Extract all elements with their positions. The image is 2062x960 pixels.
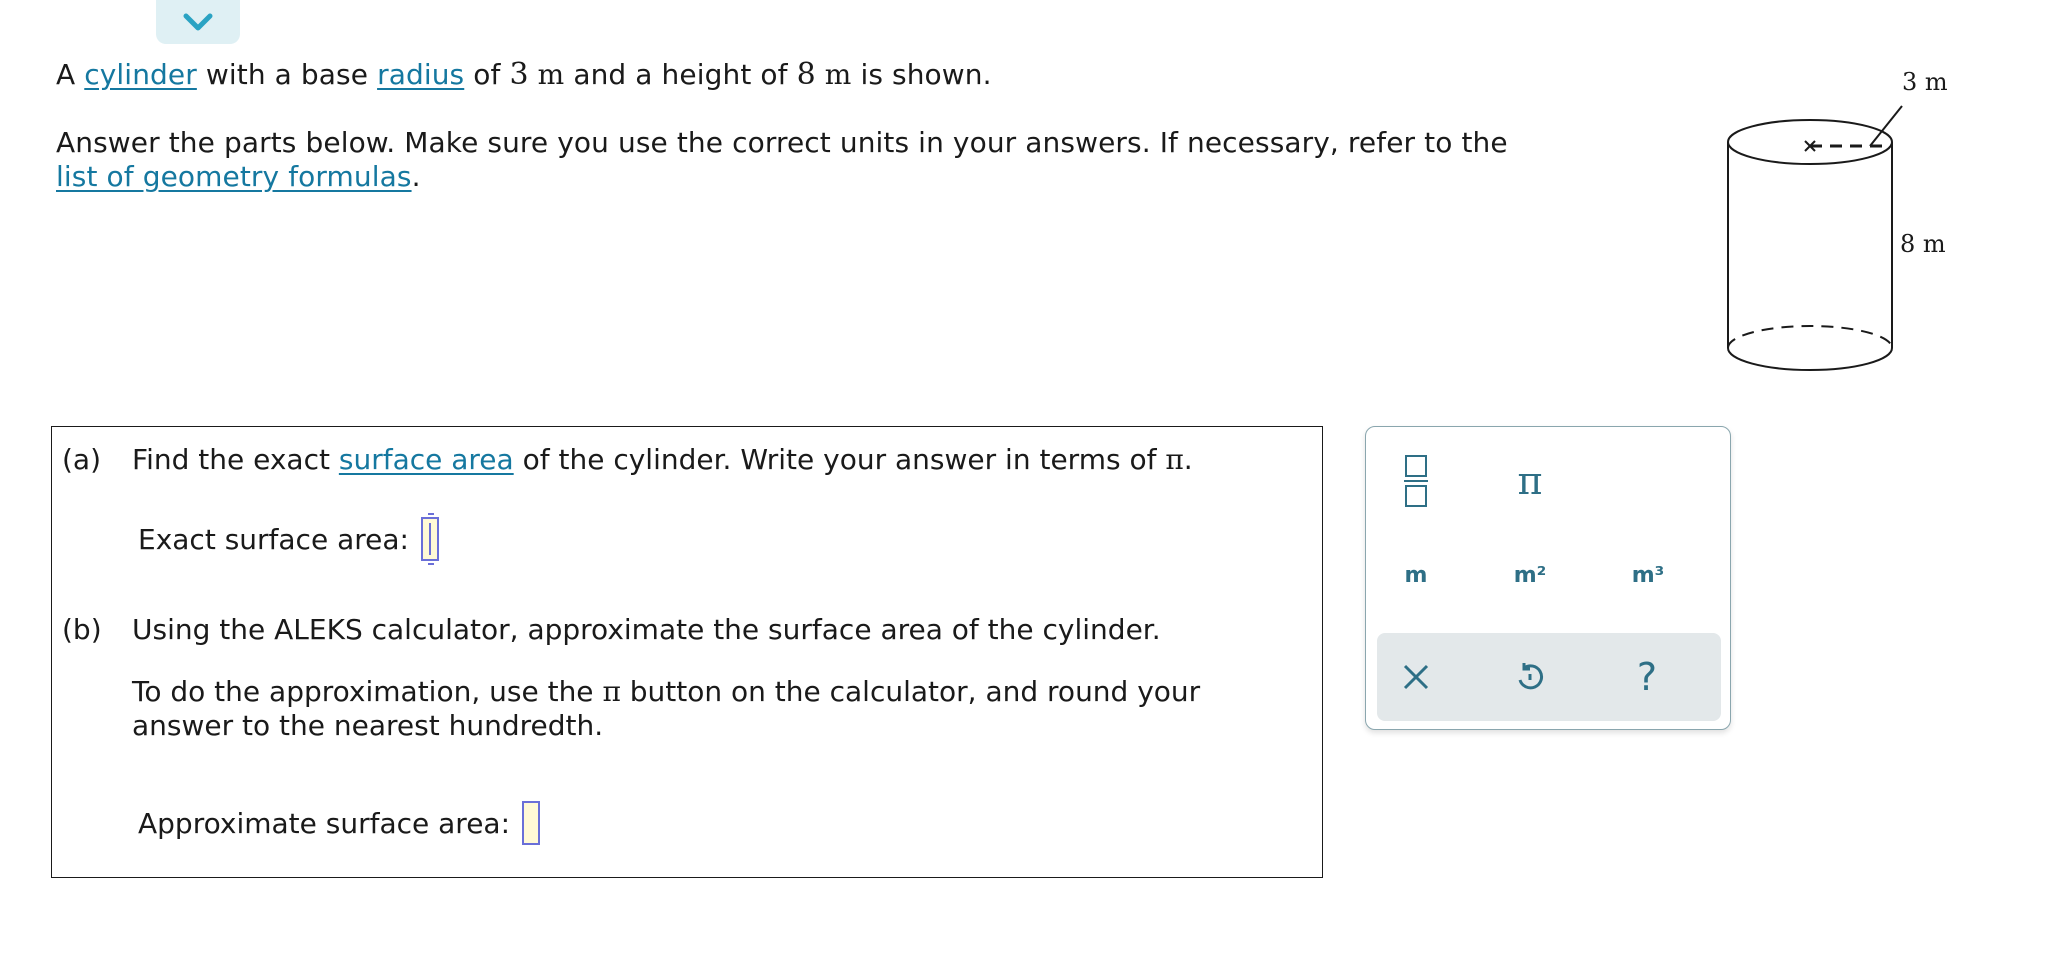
radius-link[interactable]: radius — [377, 58, 464, 91]
instructions-text: . — [411, 160, 421, 193]
radius-label: 3 m — [1902, 68, 1948, 96]
undo-icon — [1518, 663, 1544, 690]
instructions-sentence: Answer the parts below. Make sure you us… — [56, 126, 1508, 194]
fraction-icon — [1404, 455, 1428, 507]
cylinder-link[interactable]: cylinder — [84, 58, 197, 91]
intro-text: of — [464, 58, 510, 91]
part-a-prompt: (a) Find the exact surface area of the c… — [62, 443, 1193, 476]
unit-m2-button[interactable]: m² — [1490, 547, 1570, 603]
fraction-button[interactable] — [1376, 453, 1456, 509]
pi-button[interactable]: π — [1490, 453, 1570, 509]
approximate-surface-area-input[interactable] — [522, 801, 541, 845]
part-b-instructions-pre: To do the approximation, use the — [132, 675, 603, 708]
height-label: 8 m — [1900, 230, 1946, 258]
cylinder-figure: 3 m 8 m — [1720, 62, 1980, 382]
text-cursor — [428, 523, 431, 555]
radius-unit: m — [537, 58, 565, 91]
intro-text: A — [56, 58, 85, 91]
approximate-surface-area-label: Approximate surface area: — [138, 806, 511, 840]
calculator-panel: π m m² m³ ? — [1365, 426, 1731, 730]
intro-text: with a base — [196, 58, 378, 91]
part-b-answer-row: Approximate surface area: — [138, 801, 541, 845]
clear-button[interactable] — [1376, 649, 1456, 705]
part-a-text-pre: Find the exact — [132, 443, 339, 476]
part-a-text: Find the exact surface area of the cylin… — [132, 443, 1193, 476]
calculator-actions: ? — [1377, 633, 1721, 721]
intro-text: and a height of — [564, 58, 797, 91]
pi-symbol: π — [602, 675, 621, 708]
instructions-text: Answer the parts below. Make sure you us… — [56, 126, 1508, 159]
height-unit: m — [824, 58, 852, 91]
exact-surface-area-label: Exact surface area: — [138, 522, 409, 556]
part-b-prompt: (b) Using the ALEKS calculator, approxim… — [62, 613, 1161, 646]
unit-m3-button[interactable]: m³ — [1608, 547, 1688, 603]
problem-page: A cylinder with a base radius of 3 m and… — [0, 0, 2062, 960]
part-b-text: Using the ALEKS calculator, approximate … — [132, 613, 1161, 646]
part-b-instructions: To do the approximation, use the π butto… — [132, 675, 1232, 743]
surface-area-link[interactable]: surface area — [339, 443, 514, 476]
intro-text: is shown. — [851, 58, 992, 91]
part-a-text-post: of the cylinder. Write your answer in te… — [513, 443, 1166, 476]
unit-m-button[interactable]: m — [1376, 547, 1456, 603]
geometry-formulas-link[interactable]: list of geometry formulas — [56, 160, 412, 193]
intro-sentence: A cylinder with a base radius of 3 m and… — [56, 58, 1508, 92]
exact-surface-area-input[interactable] — [420, 513, 439, 565]
chevron-down-icon — [183, 13, 213, 31]
radius-value: 3 — [509, 57, 529, 92]
cylinder-diagram — [1727, 105, 1903, 371]
height-value: 8 — [796, 57, 816, 92]
part-a-answer-row: Exact surface area: — [138, 513, 439, 565]
collapse-toggle-button[interactable] — [156, 0, 240, 44]
pi-symbol: π — [1165, 443, 1184, 476]
close-icon — [1403, 664, 1429, 690]
question-box: (a) Find the exact surface area of the c… — [51, 426, 1323, 878]
problem-statement: A cylinder with a base radius of 3 m and… — [56, 58, 1508, 194]
part-b-label: (b) — [62, 613, 102, 646]
part-a-period: . — [1183, 443, 1193, 476]
undo-button[interactable] — [1490, 649, 1570, 705]
help-button[interactable]: ? — [1607, 649, 1687, 705]
part-a-label: (a) — [62, 443, 102, 476]
